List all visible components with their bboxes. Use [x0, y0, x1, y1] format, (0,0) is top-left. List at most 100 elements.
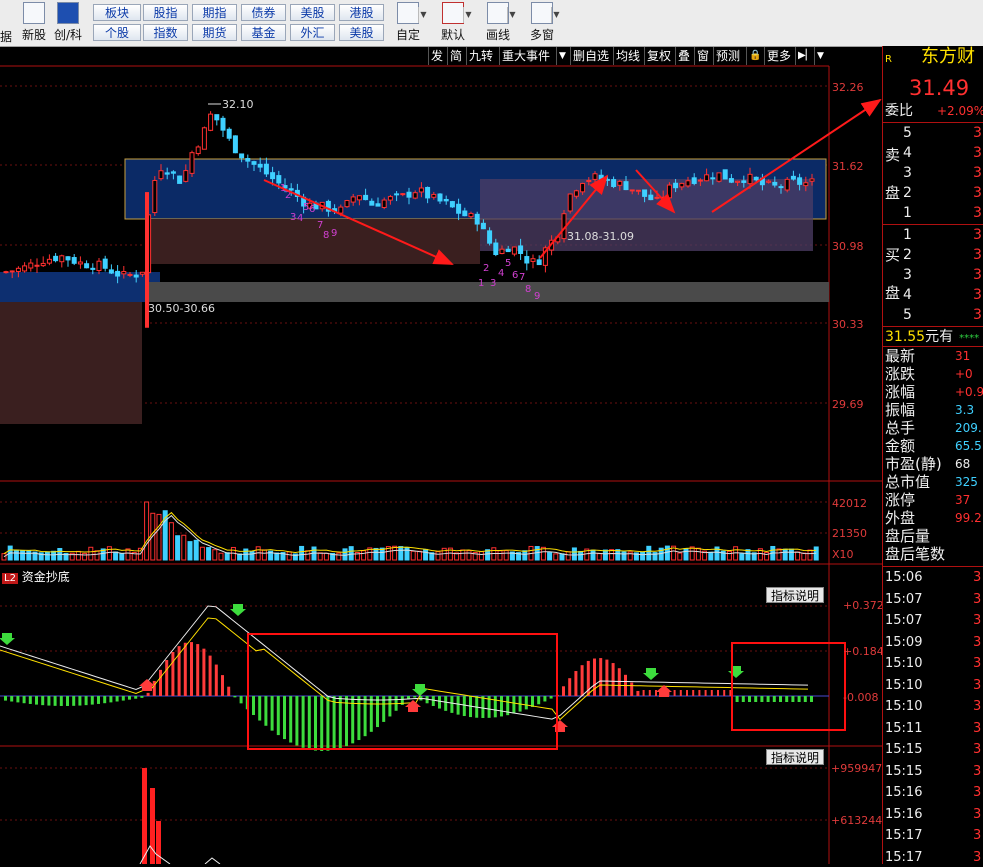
volume-bar	[317, 552, 323, 561]
level2-badge: L2	[2, 573, 18, 584]
ind1-histogram-bar	[748, 696, 751, 702]
candle-body	[245, 158, 251, 162]
ind1-histogram-bar	[785, 696, 789, 702]
multi-window-dropdown-arrow[interactable]: ▼	[551, 7, 561, 23]
sell-level-4[interactable]: 4	[903, 144, 912, 163]
volume-bar	[51, 550, 57, 561]
tab-stock-index[interactable]: 股指	[143, 4, 188, 21]
candle-body	[666, 184, 672, 199]
candle-body	[121, 271, 127, 275]
default-dropdown-arrow[interactable]: ▼	[463, 7, 473, 23]
tick-time-7: 15:11	[885, 720, 923, 736]
volume-bar	[286, 551, 292, 561]
sell-level-2[interactable]: 2	[903, 184, 912, 203]
candle-body	[34, 264, 40, 267]
ind1-histogram-bar	[314, 696, 317, 751]
candle-body	[710, 177, 716, 180]
volume-bar	[392, 545, 398, 561]
ind1-histogram-bar	[791, 696, 795, 702]
order-price: 31.55	[885, 329, 926, 345]
candle-body	[170, 171, 176, 174]
volume-bar	[677, 552, 683, 561]
tab-index[interactable]: 指数	[143, 24, 188, 41]
volume-bar	[212, 549, 218, 561]
tick-time-10: 15:16	[885, 785, 923, 800]
tab-us-stocks-top[interactable]: 美股	[290, 4, 335, 21]
candle-body	[629, 189, 635, 192]
buy-label-2: 盘	[885, 284, 901, 302]
volume-bar	[175, 535, 181, 561]
buy-level-5[interactable]: 5	[903, 306, 912, 325]
tab-us-stocks[interactable]: 美股	[339, 24, 384, 41]
volume-bar	[94, 550, 100, 561]
volume-bar	[466, 550, 472, 561]
candle-body	[623, 181, 629, 191]
ind1-histogram-bar	[810, 696, 813, 702]
buy-level-3[interactable]: 3	[903, 266, 912, 285]
custom-dropdown-arrow[interactable]: ▼	[418, 7, 428, 23]
tab-futures[interactable]: 期货	[192, 24, 237, 41]
volume-bar	[373, 547, 379, 561]
candle-body	[741, 180, 747, 183]
candle-body	[276, 175, 282, 184]
candle-body	[462, 210, 468, 217]
tick-price-12: 3	[973, 828, 982, 843]
candle-body	[251, 161, 257, 165]
stat-label-6: 市盈(静)	[885, 455, 942, 473]
ind1-histogram-bar	[760, 696, 764, 702]
ind1-histogram-bar	[481, 696, 485, 718]
ind1-histogram-bar	[115, 696, 119, 702]
tab-hk-stocks[interactable]: 港股	[339, 4, 384, 21]
ind1-histogram-bar	[754, 696, 758, 702]
ind1-histogram-bar	[22, 696, 26, 704]
tab-sector[interactable]: 板块	[93, 4, 141, 21]
tab-bonds[interactable]: 债券	[241, 4, 286, 21]
star-market-button[interactable]: 创/科	[50, 2, 86, 44]
td-b-2: 2	[483, 263, 489, 274]
volume-bar	[602, 549, 608, 561]
ind1-histogram-bar	[103, 696, 107, 704]
ind1-histogram-bar	[165, 660, 169, 696]
tab-forex[interactable]: 外汇	[290, 24, 335, 41]
ind1-histogram-bar	[10, 696, 14, 702]
buy-level-1[interactable]: 1	[903, 226, 912, 245]
pencil-icon	[487, 2, 509, 24]
ind1-histogram-bar	[531, 696, 534, 707]
candle-body	[158, 170, 164, 180]
new-stock-button[interactable]: 新股	[16, 2, 52, 44]
buy-level-4[interactable]: 4	[903, 286, 912, 305]
toolbar-fragment-data[interactable]: 据	[0, 28, 12, 45]
stat-value-1: +0	[955, 367, 973, 381]
sell-level-1[interactable]: 1	[903, 204, 912, 223]
ind1-histogram-bar	[562, 686, 565, 696]
candle-body	[220, 117, 226, 131]
candle-body	[790, 175, 796, 180]
volume-bar	[739, 553, 745, 561]
draw-line-dropdown-arrow[interactable]: ▼	[507, 7, 517, 23]
buy-level-2[interactable]: 2	[903, 246, 912, 265]
sell-level-3[interactable]: 3	[903, 164, 912, 183]
stat-value-9: 99.2	[955, 511, 982, 525]
ind1-histogram-bar	[357, 696, 361, 741]
buy-level-1-price: 31	[973, 227, 983, 243]
ind1-axis-label-3: -0.008	[843, 691, 878, 704]
ind1-histogram-bar	[369, 696, 373, 732]
ind1-histogram-bar	[283, 696, 286, 740]
sell-level-5[interactable]: 5	[903, 124, 912, 143]
indicator1-title[interactable]: 资金抄底	[22, 570, 70, 584]
tab-index-futures[interactable]: 期指	[192, 4, 237, 21]
tab-individual-stock[interactable]: 个股	[93, 24, 141, 41]
indicator2-explain-button[interactable]: 指标说明	[766, 749, 824, 765]
highlight-box-right	[731, 642, 846, 731]
tab-funds[interactable]: 基金	[241, 24, 286, 41]
tick-price-6: 3	[973, 699, 982, 714]
ind1-histogram-bar	[766, 696, 770, 702]
candle-body	[102, 258, 108, 269]
stat-value-5: 65.5	[955, 439, 982, 453]
indicator1-explain-button[interactable]: 指标说明	[766, 587, 824, 603]
ind1-histogram-bar	[388, 696, 392, 717]
stat-label-5: 金额	[885, 437, 916, 455]
kline-chart-area[interactable]: 32.10 30.50-30.66 31.08-31.09 1 2 3 4 5 …	[0, 46, 882, 864]
price-axis-label-3: 30.98	[832, 240, 864, 253]
td-a-8: 8	[323, 230, 329, 241]
